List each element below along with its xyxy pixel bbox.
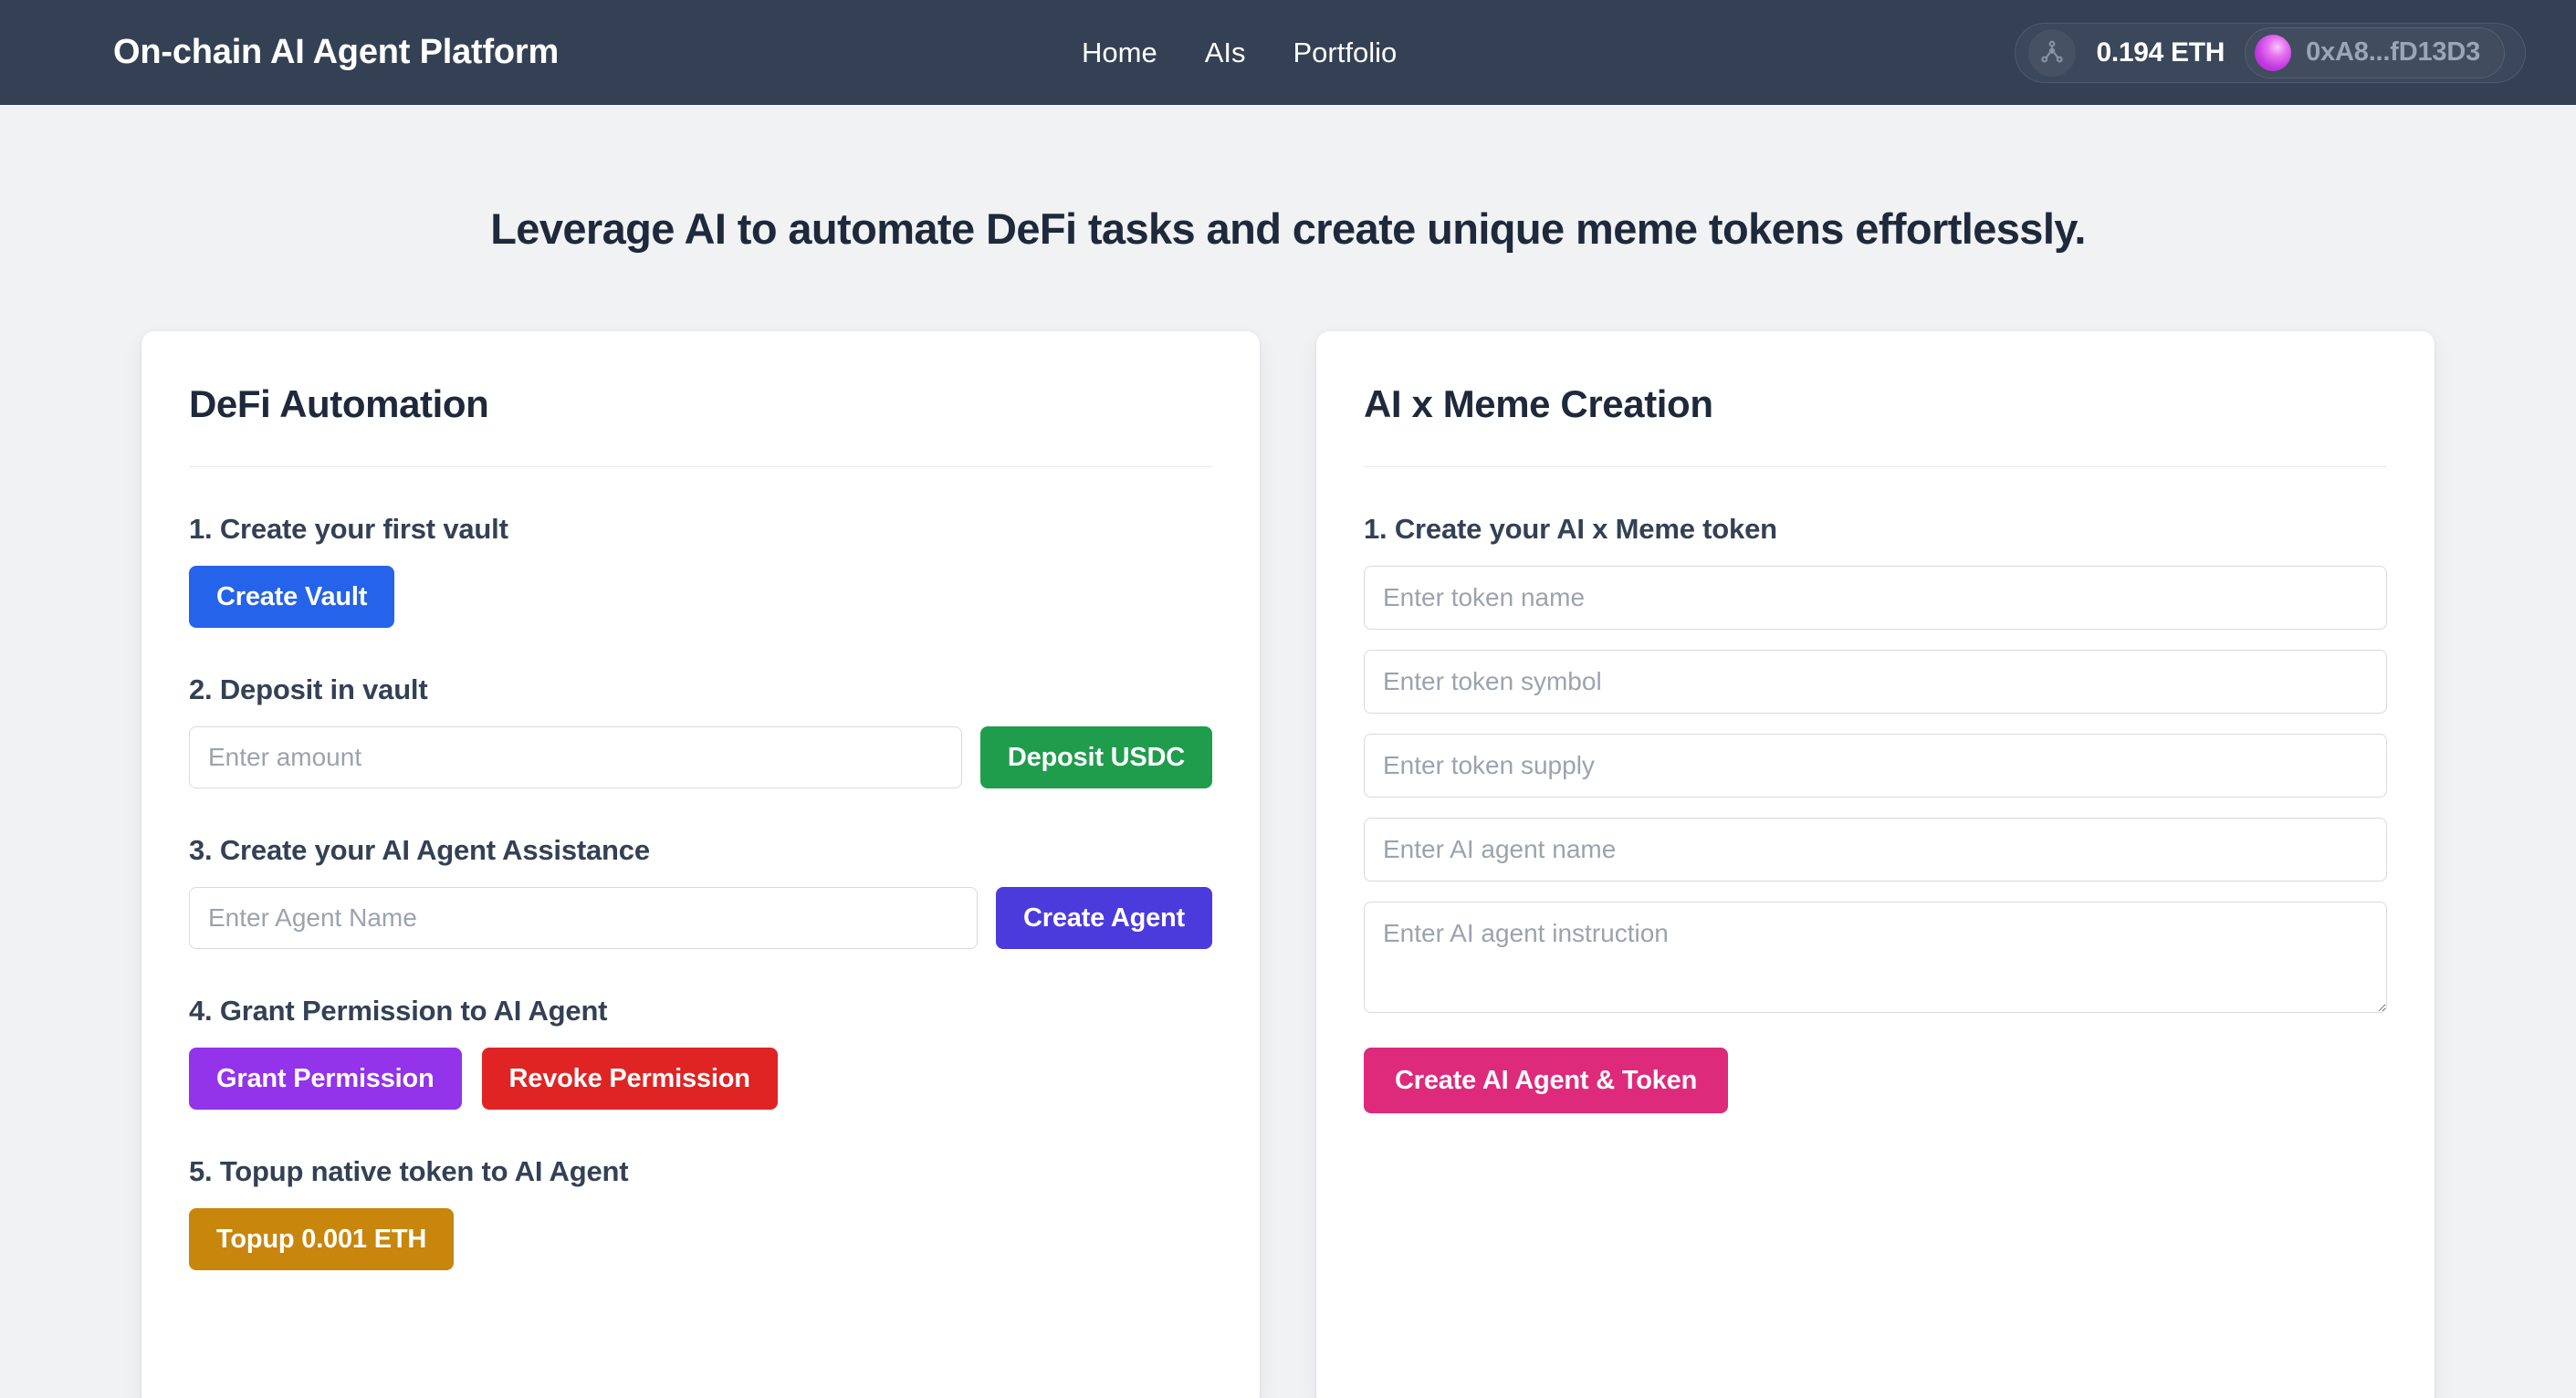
meme-card-divider [1364, 466, 2387, 467]
wallet-address-label: 0xA8...fD13D3 [2306, 37, 2480, 67]
defi-card-divider [189, 466, 1212, 467]
token-supply-input[interactable] [1364, 734, 2387, 798]
create-vault-button[interactable]: Create Vault [189, 566, 395, 628]
nav-link-portfolio[interactable]: Portfolio [1293, 37, 1398, 69]
nav-link-home[interactable]: Home [1082, 37, 1157, 69]
topup-eth-button[interactable]: Topup 0.001 ETH [189, 1208, 455, 1270]
network-nodes-icon [2028, 28, 2077, 77]
nav-link-ais[interactable]: AIs [1205, 37, 1246, 69]
eth-balance-label: 0.194 ETH [2096, 37, 2225, 68]
token-name-input[interactable] [1364, 566, 2387, 630]
permission-button-row: Grant Permission Revoke Permission [189, 1028, 1212, 1110]
page-title: Leverage AI to automate DeFi tasks and c… [490, 204, 2086, 253]
create-agent-button[interactable]: Create Agent [995, 887, 1212, 949]
brand-title: On-chain AI Agent Platform [113, 33, 560, 71]
grant-permission-button[interactable]: Grant Permission [189, 1048, 462, 1110]
deposit-usdc-button[interactable]: Deposit USDC [979, 726, 1212, 788]
defi-step5-label: 5. Topup native token to AI Agent [189, 1155, 629, 1187]
revoke-permission-button[interactable]: Revoke Permission [481, 1048, 778, 1110]
cards-container: DeFi Automation 1. Create your first vau… [0, 331, 2576, 1398]
defi-step3-label: 3. Create your AI Agent Assistance [189, 834, 650, 866]
defi-step2-label: 2. Deposit in vault [189, 673, 428, 705]
meme-card-title: AI x Meme Creation [1364, 382, 1713, 425]
wallet-widget[interactable]: 0.194 ETH 0xA8...fD13D3 [2015, 22, 2526, 83]
defi-automation-card: DeFi Automation 1. Create your first vau… [141, 331, 1260, 1398]
defi-step1-label: 1. Create your first vault [189, 513, 508, 545]
defi-step4-label: 4. Grant Permission to AI Agent [189, 995, 608, 1027]
main-nav: Home AIs Portfolio [1082, 37, 1397, 69]
meme-creation-card: AI x Meme Creation 1. Create your AI x M… [1316, 331, 2435, 1398]
ai-agent-instruction-textarea[interactable] [1364, 902, 2387, 1013]
top-navigation-bar: On-chain AI Agent Platform Home AIs Port… [0, 0, 2576, 105]
create-ai-agent-token-button[interactable]: Create AI Agent & Token [1364, 1048, 1729, 1113]
token-symbol-input[interactable] [1364, 650, 2387, 714]
defi-card-title: DeFi Automation [189, 382, 489, 425]
agent-name-input[interactable] [189, 887, 978, 949]
deposit-row: Deposit USDC [189, 726, 1212, 788]
deposit-amount-input[interactable] [189, 726, 962, 788]
wallet-avatar-icon [2255, 34, 2292, 71]
wallet-address-pill[interactable]: 0xA8...fD13D3 [2245, 26, 2505, 78]
create-agent-row: Create Agent [189, 887, 1212, 949]
ai-agent-name-input[interactable] [1364, 818, 2387, 882]
meme-step1-label: 1. Create your AI x Meme token [1364, 513, 1777, 545]
